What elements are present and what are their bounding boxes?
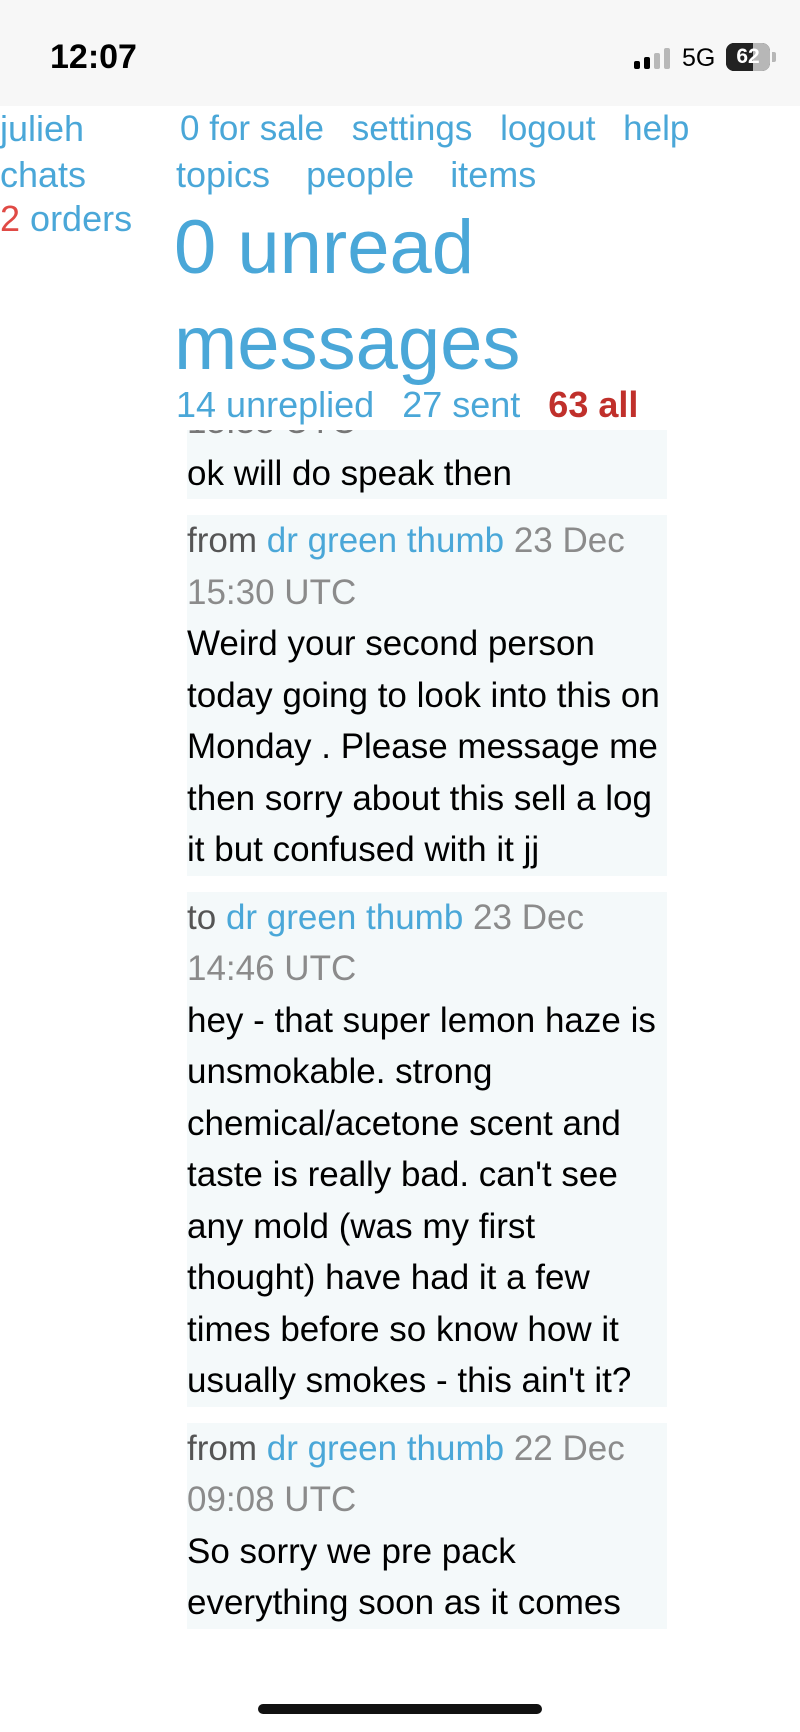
message-thread: 15:38 UTC ok will do speak then from dr … [187, 430, 667, 1732]
message-direction: to [187, 897, 217, 937]
orders-count: 2 [0, 198, 21, 239]
contact-link[interactable]: dr green thumb [267, 1429, 504, 1468]
orders-link[interactable]: 2 orders [0, 198, 132, 239]
message-direction: from [187, 521, 257, 560]
left-nav: julieh chats 2 orders [0, 106, 132, 242]
message-item: 15:38 UTC ok will do speak then [187, 430, 667, 499]
status-bar: 12:07 5G 62 [0, 0, 800, 106]
message-body: Weird your second person today going to … [187, 624, 660, 869]
cellular-signal-icon [634, 47, 674, 69]
message-timestamp: 15:38 UTC [187, 430, 667, 448]
message-body: hey - that super lemon haze is unsmokabl… [187, 1000, 656, 1401]
chats-link[interactable]: chats [0, 154, 86, 195]
filter-all[interactable]: 63 all [548, 384, 638, 425]
message-body: ok will do speak then [187, 453, 512, 493]
message-direction: from [187, 1428, 257, 1468]
status-time: 12:07 [50, 38, 137, 76]
items-link[interactable]: items [450, 154, 536, 195]
orders-label: orders [30, 198, 133, 239]
topics-link[interactable]: topics [176, 154, 270, 195]
for-sale-link[interactable]: 0 for sale [180, 109, 324, 148]
settings-link[interactable]: settings [352, 109, 473, 148]
filter-unreplied[interactable]: 14 unreplied [176, 384, 374, 425]
filter-sent[interactable]: 27 sent [402, 384, 520, 425]
username-link[interactable]: julieh [0, 108, 84, 149]
help-link[interactable]: help [623, 109, 689, 148]
message-filters: 14 unreplied 27 sent 63 all [176, 382, 656, 428]
contact-link[interactable]: dr green thumb [226, 898, 463, 937]
battery-level: 62 [736, 45, 760, 68]
people-link[interactable]: people [306, 154, 414, 195]
message-item: to dr green thumb 23 Dec 14:46 UTC hey -… [187, 891, 667, 1407]
home-indicator[interactable] [258, 1704, 542, 1714]
battery-icon: 62 [726, 43, 770, 71]
account-links: 0 for sale settings logout help [180, 106, 707, 152]
page-title[interactable]: 0 unread messages [174, 200, 800, 392]
contact-link[interactable]: dr green thumb [267, 521, 504, 560]
battery-tip [772, 52, 776, 62]
network-type: 5G [682, 44, 716, 72]
logout-link[interactable]: logout [500, 109, 595, 148]
section-nav: topics people items [176, 152, 562, 198]
message-item: from dr green thumb 22 Dec 09:08 UTC So … [187, 1422, 667, 1629]
message-body: So sorry we pre pack everything soon as … [187, 1531, 621, 1623]
message-item: from dr green thumb 23 Dec 15:30 UTC Wei… [187, 515, 667, 876]
